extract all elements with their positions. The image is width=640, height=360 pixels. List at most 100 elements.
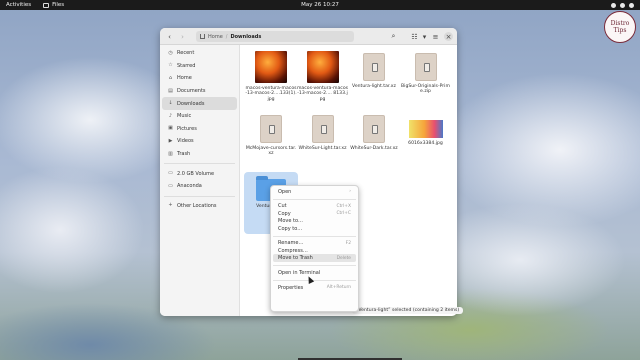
file-name: macos-ventura-macos-13-macos-2.... 8133.… [296, 86, 349, 102]
path-bar[interactable]: Home / Downloads [196, 31, 354, 42]
status-floating-bar: “Ventura-light” selected (containing 2 i… [352, 307, 464, 314]
file-name: 6016x3384.jpg [408, 141, 443, 146]
sidebar-item-label: 2.0 GB Volume [177, 170, 215, 177]
drive-icon: ▭ [168, 182, 173, 189]
sidebar-item-recent[interactable]: ◷ Recent [162, 47, 237, 60]
file-item[interactable]: macos-ventura-macos-13-macos-2....133(1)… [244, 48, 298, 110]
sidebar-item-label: Other Locations [177, 202, 217, 209]
menu-item-shortcut: Alt+Return [326, 285, 351, 291]
file-item[interactable]: BigSur-Originals-Prime.zip [399, 48, 453, 110]
menu-item-label: Compress… [278, 247, 308, 254]
volume-icon [620, 2, 625, 8]
video-icon: ▶ [168, 137, 173, 144]
file-name: McMojave-cursors.tar.xz [245, 146, 297, 157]
menu-item-shortcut: Delete [336, 255, 351, 261]
sidebar-item-label: Starred [177, 62, 196, 69]
sidebar-item-label: Recent [177, 50, 195, 57]
file-name: Ventura-light.tar.xz [352, 84, 396, 89]
file-item[interactable]: Ventura-light.tar.xz [347, 48, 401, 110]
download-icon: ↓ [168, 100, 173, 107]
power-icon [629, 2, 634, 8]
sidebar-item-label: Music [177, 113, 192, 120]
app-name: Files [52, 2, 65, 8]
sidebar-item-downloads[interactable]: ↓ Downloads [162, 97, 237, 110]
menu-item-label: Open in Terminal [278, 269, 321, 276]
sidebar-item-label: Pictures [177, 125, 197, 132]
menu-item-label: Move to Trash [278, 255, 313, 262]
search-icon[interactable]: ⌕ [388, 31, 399, 42]
top-bar: Activities Files May 26 10:27 [0, 0, 640, 10]
menu-item-label: Rename… [278, 240, 304, 247]
sidebar-item-documents[interactable]: ▤ Documents [162, 85, 237, 98]
file-name: WhiteSur-Light.tar.xz [298, 146, 347, 151]
sidebar-item-pictures[interactable]: ▣ Pictures [162, 123, 237, 136]
file-name: WhiteSur-Dark.tar.xz [350, 146, 398, 151]
file-item[interactable]: WhiteSur-Dark.tar.xz [347, 110, 401, 172]
path-current[interactable]: Downloads [230, 34, 261, 40]
sidebar-item-videos[interactable]: ▶ Videos [162, 135, 237, 148]
menu-item-label: Move to… [278, 218, 304, 225]
logo-line-1: Distro [610, 20, 630, 27]
file-item[interactable]: 6016x3384.jpg [399, 110, 453, 172]
chevron-down-icon[interactable]: ▾ [419, 31, 430, 42]
archive-icon [414, 53, 437, 81]
sidebar-item-anaconda[interactable]: ▭ Anaconda [162, 180, 237, 193]
music-icon: ♪ [168, 112, 173, 119]
menu-item-label: Open [278, 188, 292, 195]
plus-icon: + [168, 202, 173, 209]
home-icon [200, 34, 205, 39]
network-icon [611, 2, 616, 8]
menu-item-copy[interactable]: Copy Ctrl+C [273, 210, 356, 217]
close-icon[interactable]: × [444, 32, 453, 41]
sidebar-item-home[interactable]: ⌂ Home [162, 72, 237, 85]
archive-icon [363, 53, 385, 81]
sidebar-item-other-locations[interactable]: + Other Locations [162, 200, 237, 213]
file-item[interactable]: macos-ventura-macos-13-macos-2.... 8133.… [296, 48, 350, 110]
menu-item-label: Cut [278, 203, 287, 210]
system-tray[interactable] [611, 2, 634, 8]
home-icon: ⌂ [168, 74, 173, 81]
app-menu[interactable]: Files [43, 2, 64, 8]
back-arrow-icon[interactable]: ‹ [164, 31, 175, 42]
clock-icon: ◷ [168, 49, 173, 56]
sidebar-item-starred[interactable]: ☆ Starred [162, 60, 237, 73]
file-name: macos-ventura-macos-13-macos-2....133(1)… [245, 86, 297, 102]
clock[interactable]: May 26 10:27 [0, 2, 640, 8]
path-separator: / [225, 33, 228, 40]
activities-button[interactable]: Activities [6, 2, 31, 8]
sidebar-item-label: Documents [177, 88, 206, 95]
menu-item-shortcut: F2 [345, 240, 351, 246]
archive-icon [311, 115, 334, 143]
menu-icon[interactable]: ≡ [430, 31, 441, 42]
file-item[interactable]: McMojave-cursors.tar.xz [244, 110, 298, 172]
menu-item-move-to[interactable]: Move to… [273, 218, 356, 225]
drive-icon: ▭ [168, 170, 173, 177]
menu-separator [273, 198, 356, 200]
menu-item-properties[interactable]: Properties Alt+Return [273, 284, 356, 291]
file-name: BigSur-Originals-Prime.zip [401, 84, 450, 95]
menu-item-compress[interactable]: Compress… [273, 247, 356, 254]
logo-line-2: Tips [613, 27, 627, 34]
menu-item-label: Properties [278, 284, 304, 291]
menu-item-copy-to[interactable]: Copy to… [273, 225, 356, 232]
file-item[interactable]: WhiteSur-Light.tar.xz [296, 110, 350, 172]
image-thumbnail [408, 120, 443, 138]
context-menu: Open › Cut Ctrl+X Copy Ctrl+C Move to… Copy to…… [270, 185, 359, 312]
path-home[interactable]: Home [208, 34, 223, 40]
sidebar-item-2-0-gb-volume[interactable]: ▭ 2.0 GB Volume [162, 167, 237, 180]
menu-item-rename[interactable]: Rename… F2 [273, 240, 356, 247]
image-thumbnail [255, 51, 287, 83]
menu-item-move-to-trash[interactable]: Move to Trash Delete [273, 254, 356, 262]
menu-item-label: Copy [278, 210, 291, 217]
menu-item-open-in-terminal[interactable]: Open in Terminal [273, 269, 356, 276]
forward-arrow-icon[interactable]: › [177, 31, 188, 42]
menu-item-open[interactable]: Open › [273, 188, 356, 195]
files-app-icon [43, 2, 50, 8]
header-bar: ‹ › Home / Downloads ⌕ ☷ ▾ ≡ × [160, 28, 457, 45]
menu-item-shortcut: Ctrl+X [336, 203, 352, 209]
sidebar-item-label: Trash [177, 151, 191, 158]
sidebar-item-trash[interactable]: ▥ Trash [162, 148, 237, 161]
sidebar-item-music[interactable]: ♪ Music [162, 110, 237, 123]
menu-item-shortcut: Ctrl+C [336, 211, 351, 217]
menu-item-cut[interactable]: Cut Ctrl+X [273, 203, 356, 210]
